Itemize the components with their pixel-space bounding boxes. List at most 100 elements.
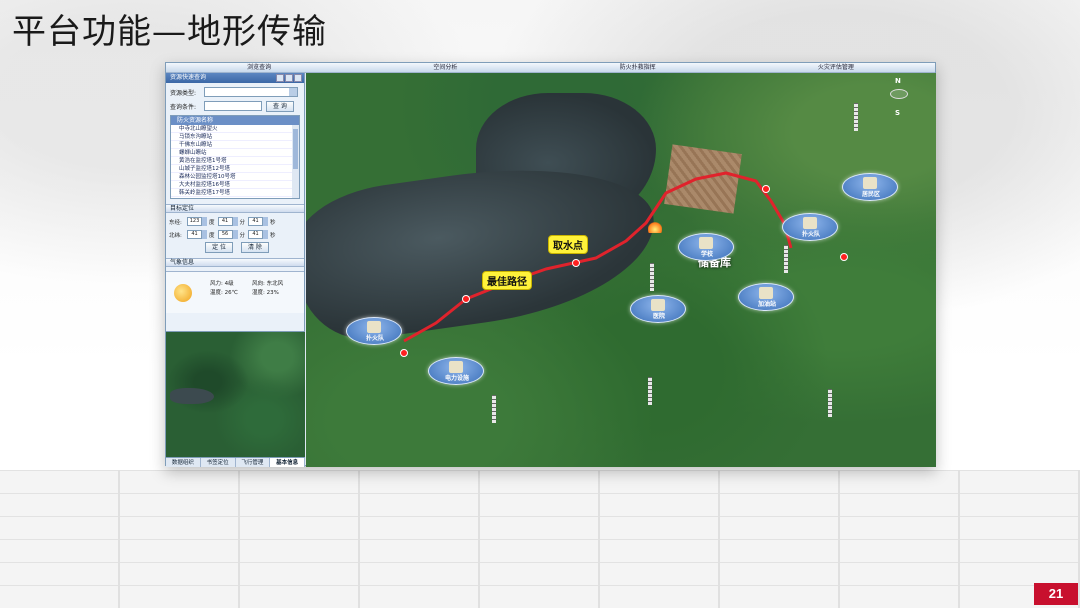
poi-label: 医院 [652,313,665,320]
menu-bar: 浏览查询 空间分析 防火扑救指挥 火灾评估管理 [166,63,935,73]
route-dot [400,349,408,357]
house-icon [863,177,877,189]
poi-label: 居民区 [861,191,880,198]
east-min-field[interactable]: 41 [217,217,233,226]
locate-button[interactable]: 定 位 [205,242,233,253]
panel-title-text: 资源快速查询 [170,74,207,81]
list-item[interactable]: 韩关岭监控塔17号塔 [171,189,299,197]
spinner-icon[interactable] [202,230,207,239]
panel-title: 资源快速查询 [166,73,304,83]
east-label: 东经: [169,219,182,226]
fire-icon [648,221,662,233]
power-icon [449,361,463,373]
poi-residential[interactable]: 居民区 [842,173,898,201]
maximize-icon[interactable] [285,74,293,82]
monitoring-tower-icon [492,395,496,423]
weather-section-header: 气象信息 [166,258,304,267]
floor-grid [0,470,1080,608]
spinner-icon[interactable] [202,217,207,226]
poi-fire-brigade-west[interactable]: 扑火队 [346,317,402,345]
query-type-label: 资源类型: [170,89,197,97]
menu-fire-command[interactable]: 防火扑救指挥 [620,63,656,72]
poi-school[interactable]: 学校 [678,233,734,261]
menu-fire-assessment[interactable]: 火灾评估管理 [818,63,854,72]
overview-map[interactable] [166,331,305,457]
best-route-callout[interactable]: 最佳路径 [482,271,532,290]
water-point-callout[interactable]: 取水点 [548,235,588,254]
unit-deg: 度 [209,232,215,239]
unit-min: 分 [239,219,246,226]
list-item[interactable]: 森林公园监控塔10号塔 [171,173,299,181]
poi-gas-station[interactable]: 加油站 [738,283,794,311]
north-sec-field[interactable]: 41 [248,230,264,239]
spinner-icon[interactable] [232,230,238,239]
school-icon [699,237,713,249]
monitoring-tower-icon [828,389,832,417]
tab-data-org[interactable]: 数据组织 [166,458,201,467]
route-dot [840,253,848,261]
spinner-icon[interactable] [232,217,238,226]
monitoring-tower-icon [784,245,788,273]
north-min-field[interactable]: 56 [217,230,233,239]
poi-label: 学校 [700,251,713,258]
menu-browse[interactable]: 浏览查询 [247,63,271,72]
clear-button[interactable]: 清 除 [241,242,269,253]
unit-min: 分 [239,232,246,239]
list-header: 防火资源名称 [171,116,299,125]
gis-app-window: 浏览查询 空间分析 防火扑救指挥 火灾评估管理 资源快速查询 资源类型: 查询条… [165,62,936,467]
route-dot [762,185,770,193]
unit-deg: 度 [209,219,215,226]
bottom-tabs: 数据组织 书签定位 飞行管理 基本信息 [166,457,305,467]
east-sec-field[interactable]: 41 [248,217,264,226]
close-icon[interactable] [294,74,302,82]
unit-sec: 秒 [270,232,276,239]
list-item[interactable]: 螺蛳山瞭站 [171,149,299,157]
compass-needle [890,89,908,99]
minimize-icon[interactable] [276,74,284,82]
list-item[interactable]: 山城子监控塔12号塔 [171,165,299,173]
list-item[interactable]: 中寺北山瞭望火 [171,125,299,133]
terrain-map[interactable]: 取水点 最佳路径 储备库 扑火队 电力设施 医院 学校 扑火队 加油站 居民区 … [306,73,936,467]
wind-force: 风力: 4级 [210,281,234,287]
poi-fire-brigade-east[interactable]: 扑火队 [782,213,838,241]
north-deg-field[interactable]: 41 [187,230,202,239]
poi-label: 电力设施 [444,375,469,382]
list-scrollbar[interactable] [292,125,299,198]
tab-bookmark[interactable]: 书签定位 [201,458,236,467]
monitoring-tower-icon [854,103,858,131]
left-panel: 资源快速查询 资源类型: 查询条件: 查 询 防火资源名称 中寺北山瞭望火 马锁… [166,73,305,467]
east-deg-field[interactable]: 123 [187,217,202,226]
list-item[interactable]: 马锁东沟瞭站 [171,133,299,141]
weather-panel: 风力: 4级 风向: 东北风 温度: 26℃ 湿度: 23% [166,271,304,313]
route-dot [462,295,470,303]
query-cond-label: 查询条件: [170,103,197,111]
poi-power-facility[interactable]: 电力设施 [428,357,484,385]
query-type-select[interactable] [204,87,298,97]
compass-icon[interactable]: N S [884,77,914,117]
list-item[interactable]: 黄浩在监控塔1号塔 [171,157,299,165]
poi-label: 扑火队 [365,335,384,342]
menu-spatial-analysis[interactable]: 空间分析 [433,63,457,72]
slide-title: 平台功能—地形传输 [12,12,327,52]
compass-south: S [895,109,901,117]
overview-lake [170,388,214,404]
query-cond-input[interactable] [204,101,262,111]
monitoring-tower-icon [648,377,652,405]
spinner-icon[interactable] [263,230,269,239]
query-button[interactable]: 查 询 [266,100,294,112]
poi-label: 扑火队 [801,231,820,238]
poi-hospital[interactable]: 医院 [630,295,686,323]
route-dot [572,259,580,267]
firefighter-icon [367,321,381,333]
sun-icon [174,284,192,302]
best-route-line [403,171,793,343]
tab-basic-info[interactable]: 基本信息 [270,458,305,467]
list-item[interactable]: 千佛东山瞭站 [171,141,299,149]
tab-flight[interactable]: 飞行管理 [236,458,271,467]
list-item[interactable]: 大夫村监控塔16号塔 [171,181,299,189]
wind-direction: 风向: 东北风 [252,281,284,287]
unit-sec: 秒 [270,219,276,226]
firefighter-icon [803,217,817,229]
spinner-icon[interactable] [263,217,269,226]
compass-north: N [895,77,901,85]
